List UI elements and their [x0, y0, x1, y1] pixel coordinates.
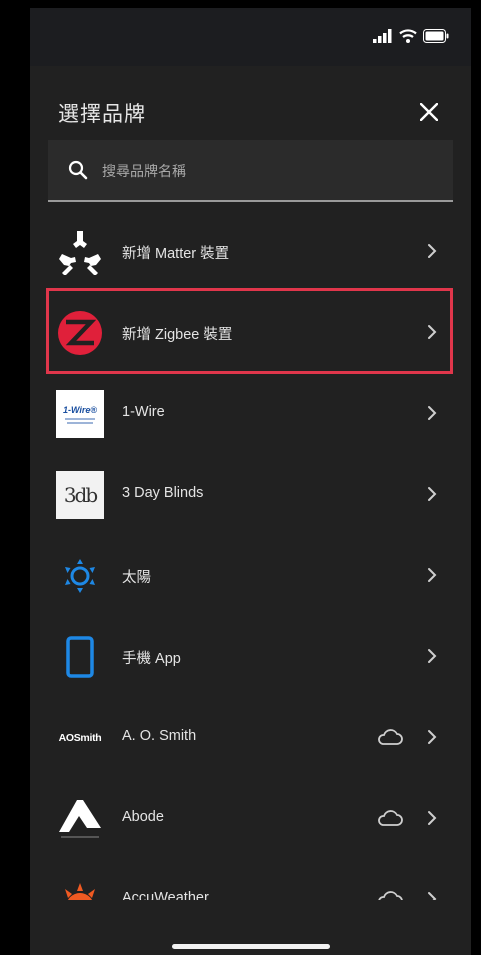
- list-item-matter[interactable]: 新增 Matter 裝置: [30, 211, 471, 292]
- list-item-ao-smith[interactable]: AOSmith A. O. Smith: [30, 697, 471, 778]
- list-item-mobile-app[interactable]: 手機 App: [30, 616, 471, 697]
- search-icon: [68, 160, 88, 180]
- app-screen: 選擇品牌 搜尋品牌名稱 新增 Matter 裝置 新增 Zigbee 裝置 1-…: [30, 8, 471, 955]
- dialog-header: 選擇品牌: [30, 66, 471, 146]
- ao-smith-logo-text: AOSmith: [58, 732, 102, 744]
- list-item-1-wire[interactable]: 1-Wire® 1-Wire: [30, 373, 471, 454]
- brand-list[interactable]: 新增 Matter 裝置 新增 Zigbee 裝置 1-Wire® 1-Wire…: [30, 211, 471, 940]
- cloud-icon: [378, 810, 403, 826]
- 3db-logo-text: 3db: [63, 483, 98, 507]
- chevron-right-icon: [428, 406, 437, 420]
- search-box[interactable]: [48, 140, 453, 202]
- phone-icon: [56, 633, 104, 681]
- page-title: 選擇品牌: [58, 103, 146, 126]
- list-item-label: 太陽: [122, 570, 151, 586]
- list-item-abode[interactable]: Abode: [30, 778, 471, 859]
- cloud-icon: [378, 729, 403, 745]
- list-item-label: 1-Wire: [122, 404, 165, 420]
- list-item-zigbee[interactable]: 新增 Zigbee 裝置: [30, 292, 471, 373]
- chevron-right-icon: [428, 811, 437, 825]
- zigbee-logo: [56, 309, 104, 357]
- sun-icon: [56, 552, 104, 600]
- list-item-sun[interactable]: 太陽: [30, 535, 471, 616]
- matter-logo: [56, 228, 104, 276]
- list-item-label: Abode: [122, 809, 164, 825]
- close-icon: [420, 103, 438, 121]
- signal-icon: [373, 29, 392, 43]
- list-item-label: 3 Day Blinds: [122, 485, 204, 501]
- chevron-right-icon: [428, 487, 437, 501]
- home-indicator[interactable]: [172, 944, 330, 949]
- list-item-label: 手機 App: [122, 651, 181, 667]
- chevron-right-icon: [428, 568, 437, 582]
- chevron-right-icon: [428, 730, 437, 744]
- chevron-right-icon: [428, 325, 437, 339]
- list-item-3-day-blinds[interactable]: 3db 3 Day Blinds: [30, 454, 471, 535]
- list-item-label: 新增 Zigbee 裝置: [122, 327, 233, 343]
- status-icons: [373, 29, 449, 43]
- 1-wire-logo-text: 1-Wire®: [62, 404, 98, 415]
- abode-logo: [56, 795, 104, 843]
- chevron-right-icon: [428, 244, 437, 258]
- close-button[interactable]: [413, 96, 445, 128]
- chevron-right-icon: [428, 649, 437, 663]
- wifi-icon: [399, 29, 417, 43]
- search-input[interactable]: [100, 152, 434, 190]
- battery-icon: [423, 29, 449, 43]
- list-item-label: 新增 Matter 裝置: [122, 246, 230, 262]
- 1-wire-logo: 1-Wire®: [56, 390, 104, 438]
- 3-day-blinds-logo: 3db: [56, 471, 104, 519]
- status-bar: [30, 8, 471, 66]
- ao-smith-logo: AOSmith: [56, 714, 104, 762]
- list-item-label: A. O. Smith: [122, 728, 197, 744]
